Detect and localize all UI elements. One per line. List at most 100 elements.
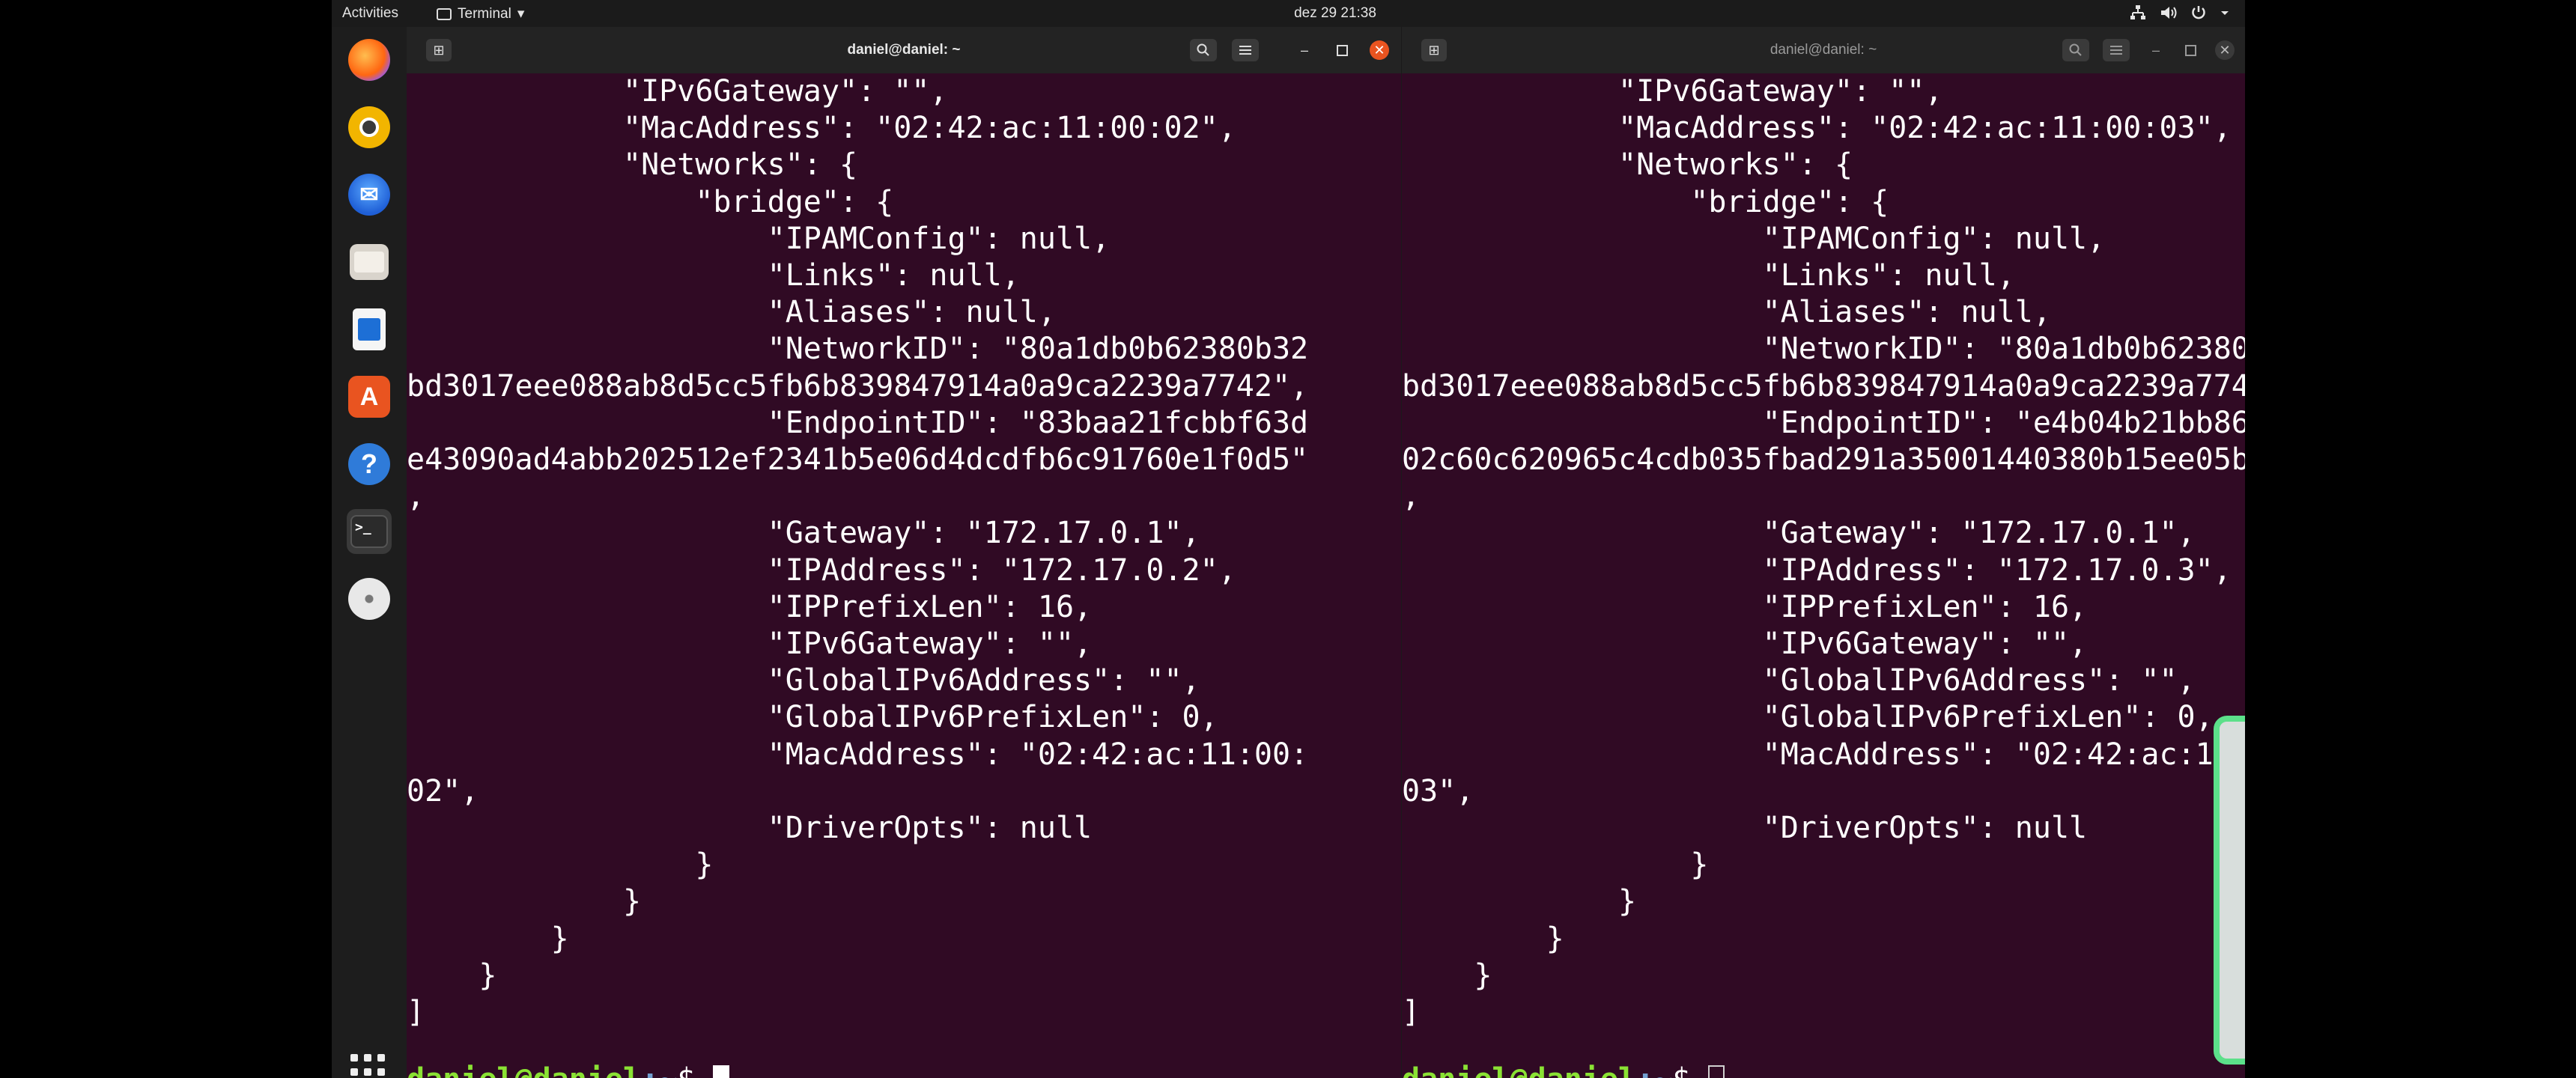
terminal-line: "NetworkID": "80a1db0b62380b32 — [1762, 332, 2245, 367]
terminal-line: } — [622, 884, 642, 919]
files-icon[interactable] — [347, 240, 392, 284]
terminal-line: "Links": null, — [1762, 258, 2015, 293]
terminal-line: } — [1546, 921, 1564, 956]
maximize-icon — [2184, 44, 2196, 56]
power-icon — [2192, 6, 2205, 19]
terminal-line: } — [550, 921, 569, 956]
shell-prompt[interactable]: daniel@daniel:~$ — [1402, 1062, 1725, 1078]
volume-icon — [2161, 7, 2177, 19]
terminal-line: "DriverOpts": null — [1762, 811, 2088, 846]
terminal-line: "Networks": { — [622, 147, 858, 183]
terminal-line: "DriverOpts": null — [767, 811, 1093, 846]
hamburger-icon — [2110, 46, 2122, 55]
terminal-line: "IPAddress": "172.17.0.3", — [1762, 552, 2232, 588]
maximize-icon — [1336, 44, 1348, 56]
terminal-line: "GlobalIPv6PrefixLen": 0, — [1762, 700, 2214, 735]
terminal-line: } — [1474, 957, 1492, 993]
terminal-line: } — [1690, 847, 1709, 883]
terminal-line: "EndpointID": "e4b04b21bb86788 — [1762, 405, 2245, 440]
app-menu-label: Terminal — [458, 5, 511, 22]
show-applications-icon[interactable] — [350, 1054, 388, 1078]
search-icon — [2069, 43, 2082, 56]
thunderbird-icon[interactable]: ✉ — [347, 172, 392, 217]
top-bar: Activities Terminal ▾ dez 29 21:38 — [332, 0, 2245, 27]
terminal-line: } — [695, 847, 714, 883]
terminal-line: "MacAddress": "02:42:ac:11:00: — [1762, 737, 2245, 772]
terminal-line: "MacAddress": "02:42:ac:11:00:03", — [1617, 111, 2232, 146]
minimize-button[interactable]: – — [1295, 40, 1314, 60]
optical-disc-icon[interactable] — [347, 576, 392, 621]
terminal-text: "IPv6Gateway": "", "MacAddress": "02:42:… — [407, 73, 1308, 1031]
close-icon: ✕ — [2219, 42, 2231, 58]
terminal-titlebar[interactable]: ⊞ daniel@daniel: ~ – ✕ — [407, 27, 1401, 73]
clock[interactable]: dez 29 21:38 — [1283, 5, 1388, 22]
close-button[interactable]: ✕ — [2215, 40, 2235, 60]
rhythmbox-icon[interactable] — [347, 105, 392, 150]
search-button[interactable] — [1190, 39, 1217, 61]
minimize-icon: – — [2151, 42, 2160, 58]
presenter-video — [2220, 722, 2245, 1059]
hamburger-menu-button[interactable] — [1232, 39, 1259, 61]
terminal-line: ] — [407, 995, 425, 1030]
terminal-titlebar[interactable]: ⊞ daniel@daniel: ~ – ✕ — [1402, 27, 2245, 73]
hamburger-menu-button[interactable] — [2103, 39, 2130, 61]
minimize-icon: – — [1300, 42, 1308, 58]
firefox-icon[interactable] — [347, 37, 392, 82]
terminal-line: "MacAddress": "02:42:ac:11:00:02", — [622, 111, 1236, 146]
prompt-path: :~ — [1636, 1062, 1672, 1078]
terminal-text: "IPv6Gateway": "", "MacAddress": "02:42:… — [1402, 73, 2245, 1031]
terminal-line: 02", — [407, 773, 479, 808]
app-menu[interactable]: Terminal ▾ — [437, 5, 524, 22]
terminal-line: "bridge": { — [1690, 184, 1889, 219]
terminal-line: "IPPrefixLen": 16, — [767, 589, 1093, 624]
terminal-line: } — [479, 957, 497, 993]
chevron-down-icon — [2221, 11, 2229, 15]
terminal-line: "MacAddress": "02:42:ac:11:00: — [767, 737, 1309, 772]
terminal-line: "Gateway": "172.17.0.1", — [1762, 516, 2196, 551]
terminal-line: "IPAMConfig": null, — [1762, 221, 2106, 256]
terminal-output[interactable]: "IPv6Gateway": "", "MacAddress": "02:42:… — [1402, 73, 2245, 1078]
dock: ✉ A ? >_ — [332, 27, 407, 1078]
terminal-output[interactable]: "IPv6Gateway": "", "MacAddress": "02:42:… — [407, 73, 1401, 1078]
terminal-window-right[interactable]: ⊞ daniel@daniel: ~ – ✕ "IPv6Gateway": ""… — [1402, 27, 2245, 1078]
desktop: Activities Terminal ▾ dez 29 21:38 ✉ A ?… — [332, 0, 2245, 1078]
terminal-line: "IPv6Gateway": "", — [1617, 74, 1943, 109]
terminal-line: e43090ad4abb202512ef2341b5e06d4dcdfb6c91… — [407, 442, 1309, 478]
prompt-user: daniel@daniel — [1402, 1062, 1636, 1078]
terminal-line: "IPv6Gateway": "", — [622, 74, 948, 109]
terminal-line: "GlobalIPv6Address": "", — [767, 663, 1200, 698]
search-button[interactable] — [2062, 39, 2089, 61]
terminal-icon[interactable]: >_ — [347, 509, 392, 554]
terminal-line: "EndpointID": "83baa21fcbbf63d — [767, 405, 1309, 440]
terminal-line: "IPAddress": "172.17.0.2", — [767, 552, 1236, 588]
terminal-line: 03", — [1402, 773, 1474, 808]
terminal-line: ] — [1402, 995, 1421, 1030]
software-center-icon[interactable]: A — [347, 374, 392, 419]
prompt-symbol: $ — [1672, 1062, 1708, 1078]
terminal-line: "Aliases": null, — [1762, 295, 2051, 330]
help-icon[interactable]: ? — [347, 442, 392, 487]
terminal-window-left[interactable]: ⊞ daniel@daniel: ~ – ✕ "IPv6Gateway": ""… — [407, 27, 1401, 1078]
maximize-button[interactable] — [1332, 40, 1352, 60]
terminal-line: "Networks": { — [1617, 147, 1853, 183]
terminal-line: } — [1617, 884, 1637, 919]
terminal-line: bd3017eee088ab8d5cc5fb6b839847914a0a9ca2… — [1402, 368, 2245, 404]
terminal-line: "IPv6Gateway": "", — [1762, 627, 2088, 662]
terminal-line: "IPv6Gateway": "", — [767, 627, 1093, 662]
activities-button[interactable]: Activities — [342, 5, 398, 22]
terminal-line: 02c60c620965c4cdb035fbad291a35001440380b… — [1402, 442, 2245, 478]
terminal-line: "IPAMConfig": null, — [767, 221, 1111, 256]
libreoffice-writer-icon[interactable] — [347, 307, 392, 352]
minimize-button[interactable]: – — [2146, 40, 2166, 60]
terminal-line: "GlobalIPv6Address": "", — [1762, 663, 2196, 698]
prompt-user: daniel@daniel — [407, 1062, 641, 1078]
chevron-down-icon: ▾ — [517, 6, 525, 22]
text-cursor — [1708, 1065, 1725, 1078]
close-button[interactable]: ✕ — [1370, 40, 1389, 60]
text-cursor — [713, 1065, 730, 1078]
terminal-line: "Aliases": null, — [767, 295, 1056, 330]
system-tray[interactable] — [2130, 5, 2230, 20]
prompt-path: :~ — [641, 1062, 677, 1078]
maximize-button[interactable] — [2181, 40, 2200, 60]
shell-prompt[interactable]: daniel@daniel:~$ — [407, 1062, 730, 1078]
